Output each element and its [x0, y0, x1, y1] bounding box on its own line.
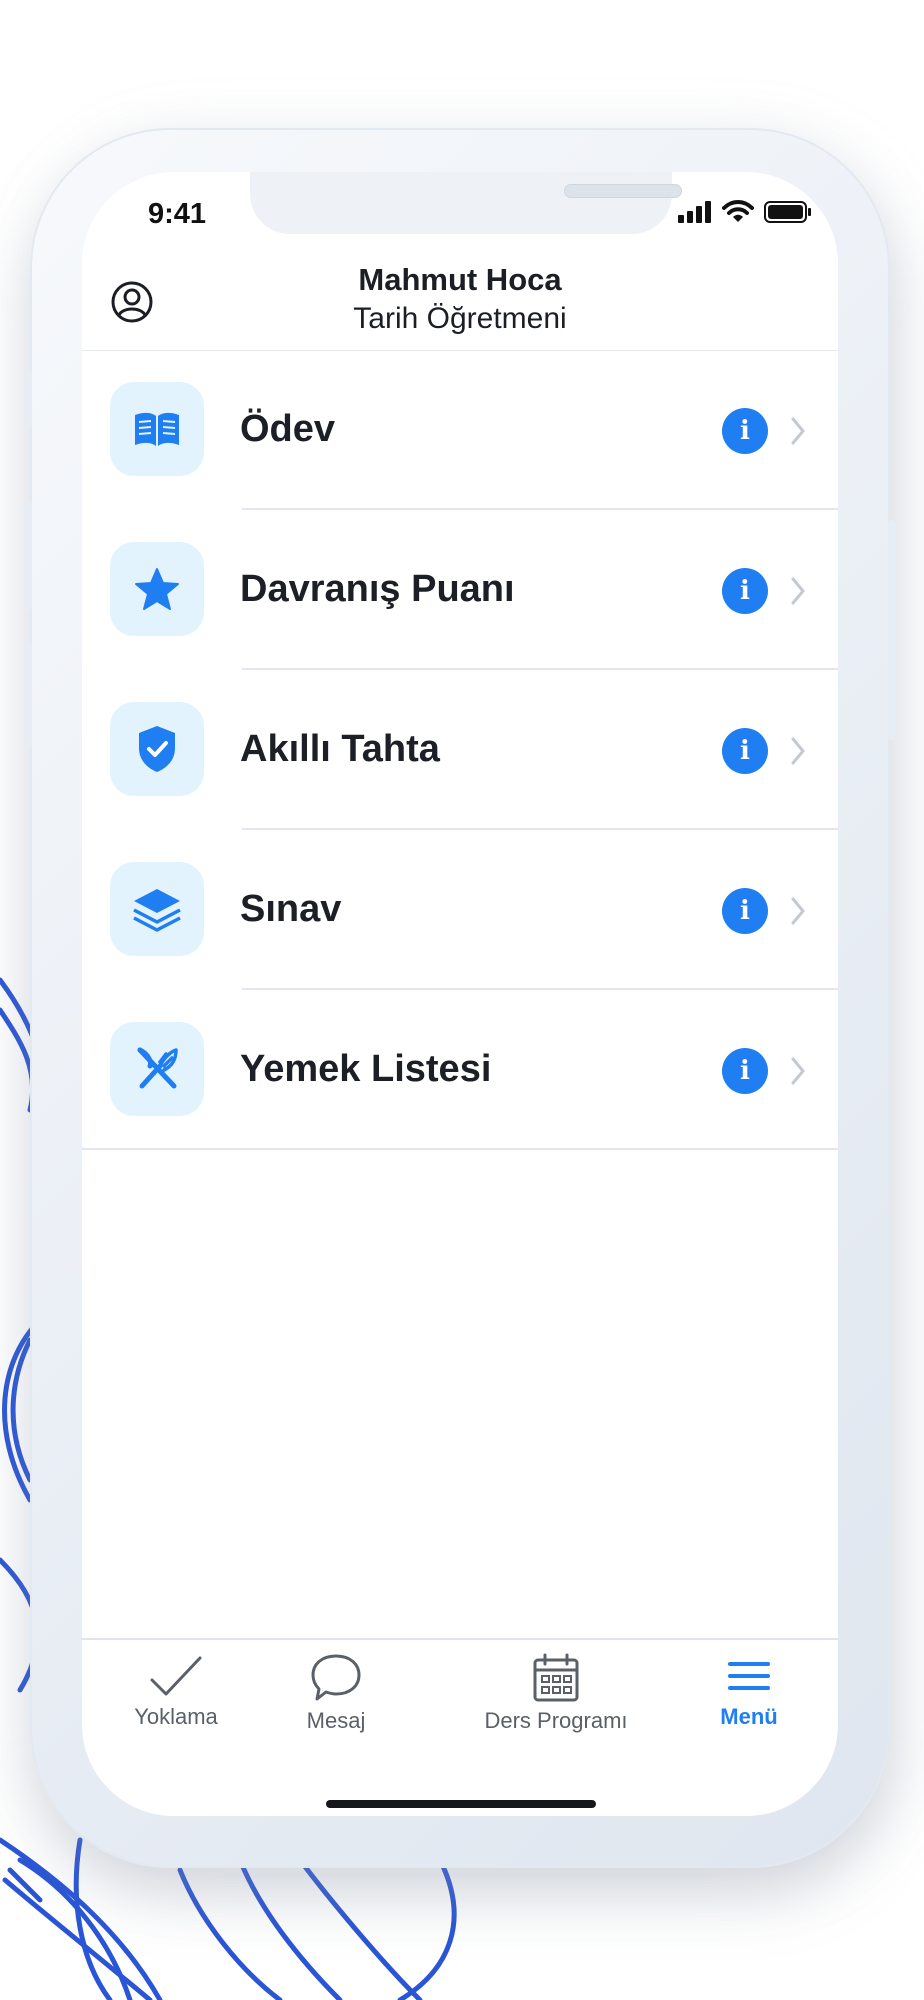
menu-item-label: Sınav — [240, 888, 342, 930]
tab-label: Mesaj — [306, 1708, 366, 1733]
row-separator — [82, 1148, 838, 1150]
hamburger-menu-icon — [728, 1662, 770, 1690]
tab-bar-border — [82, 1638, 838, 1640]
tab-label: Menü — [720, 1704, 778, 1729]
tab-mesaj[interactable]: Mesaj — [246, 1652, 426, 1734]
chevron-right-icon — [791, 417, 805, 445]
side-button — [24, 370, 32, 430]
teacher-name: Mahmut Hoca — [358, 262, 562, 297]
tab-label: Ders Programı — [484, 1708, 628, 1733]
menu-item-icon-tile — [110, 1022, 204, 1116]
menu-item-yemek-listesi[interactable]: Yemek Listesi i — [82, 990, 838, 1150]
menu-item-label: Yemek Listesi — [240, 1048, 492, 1090]
info-icon[interactable]: i — [722, 728, 768, 774]
teacher-role: Tarih Öğretmeni — [353, 302, 567, 335]
chevron-right-icon — [791, 577, 805, 605]
tab-yoklama[interactable]: Yoklama — [86, 1652, 266, 1730]
menu-item-label: Ödev — [240, 408, 336, 450]
speech-bubble-icon — [311, 1654, 361, 1701]
status-time: 9:41 — [148, 198, 207, 230]
notch — [250, 172, 682, 234]
wifi-icon — [722, 200, 754, 222]
chevron-right-icon — [791, 737, 805, 765]
info-icon[interactable]: i — [722, 888, 768, 934]
phone-screen: 9:41 Mahmut Hoca Tarih Öğretmeni Ödev i … — [82, 172, 838, 1816]
app-header: Mahmut Hoca Tarih Öğretmeni — [82, 248, 838, 340]
info-icon[interactable]: i — [722, 1048, 768, 1094]
tab-ders-programi[interactable]: Ders Programı — [446, 1652, 666, 1734]
tab-menu[interactable]: Menü — [674, 1652, 824, 1730]
battery-icon — [764, 201, 811, 223]
info-icon[interactable]: i — [722, 408, 768, 454]
chevron-right-icon — [791, 1057, 805, 1085]
side-button — [24, 500, 32, 610]
status-icons — [678, 200, 812, 224]
menu-item-icon-tile — [110, 862, 204, 956]
tab-label: Yoklama — [134, 1704, 218, 1729]
layers-icon — [133, 889, 181, 932]
app-showcase: 9:41 Mahmut Hoca Tarih Öğretmeni Ödev i … — [0, 0, 924, 2000]
side-button — [24, 640, 32, 750]
menu-item-odev[interactable]: Ödev i — [82, 350, 838, 510]
menu-item-icon-tile — [110, 542, 204, 636]
cellular-signal-icon — [678, 201, 711, 223]
fork-knife-icon — [137, 1047, 178, 1089]
menu-list: Ödev i Davranış Puanı i Akıllı Tahta i S… — [82, 350, 838, 1150]
calendar-icon — [533, 1653, 579, 1702]
menu-item-akilli-tahta[interactable]: Akıllı Tahta i — [82, 670, 838, 830]
star-icon — [135, 568, 179, 610]
chevron-right-icon — [791, 897, 805, 925]
book-icon — [135, 412, 179, 446]
checkmark-icon — [150, 1656, 202, 1696]
home-indicator — [326, 1800, 596, 1808]
menu-item-davranis-puani[interactable]: Davranış Puanı i — [82, 510, 838, 670]
menu-item-label: Davranış Puanı — [240, 568, 515, 610]
side-button — [888, 520, 896, 740]
info-icon[interactable]: i — [722, 568, 768, 614]
menu-item-icon-tile — [110, 702, 204, 796]
tab-bar: Yoklama Mesaj Ders Programı Menü — [82, 1638, 838, 1816]
menu-item-sinav[interactable]: Sınav i — [82, 830, 838, 990]
menu-item-icon-tile — [110, 382, 204, 476]
shield-check-icon — [139, 726, 175, 772]
speaker-grille — [564, 184, 682, 198]
menu-item-label: Akıllı Tahta — [240, 728, 440, 770]
